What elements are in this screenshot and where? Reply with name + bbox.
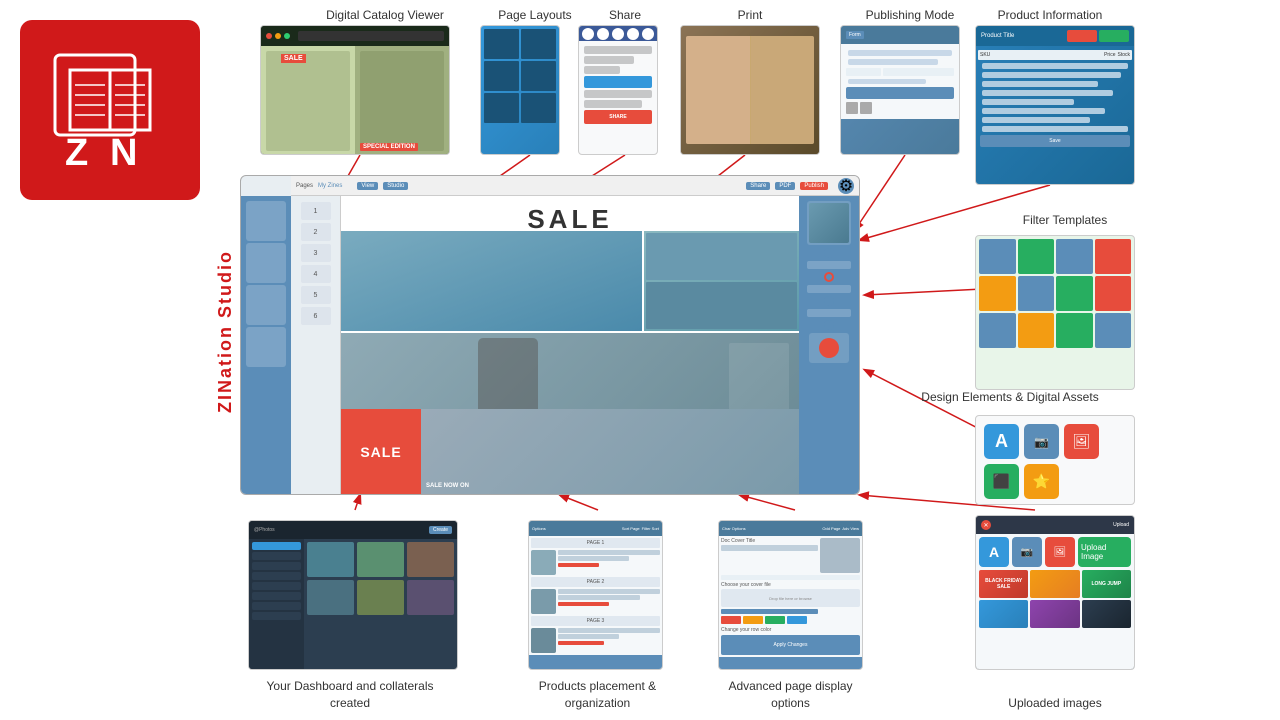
label-digital-catalog: Digital Catalog Viewer	[290, 8, 480, 22]
label-products-placement: Products placement & organization	[530, 678, 665, 712]
canvas-sale-bottom: SALE	[341, 409, 421, 494]
vertical-brand-label: ZINation Studio	[215, 250, 236, 413]
thumbnail-advanced-display: Char Options Odd Page Adv View Doc Cover…	[718, 520, 863, 670]
label-page-layouts: Page Layouts	[490, 8, 580, 22]
thumbnail-product-info: Product Title SKUPriceStock Save	[975, 25, 1135, 185]
toolbar-studio[interactable]: Studio	[383, 182, 408, 190]
thumbnail-page-layouts	[480, 25, 560, 155]
toolbar-publish[interactable]: Publish	[800, 182, 828, 190]
canvas-now-on: SALE NOW ON	[426, 483, 469, 489]
toolbar-share[interactable]: Share	[746, 182, 770, 190]
app-logo: Z N	[20, 20, 200, 200]
thumbnail-filter-templates	[975, 235, 1135, 390]
thumbnail-digital-catalog: SALE SPECIAL EDITION	[260, 25, 450, 155]
svg-text:N: N	[110, 132, 137, 174]
svg-text:Z: Z	[65, 132, 88, 174]
toolbar-my-zines: My Zines	[318, 183, 342, 189]
thumbnail-products-placement: Options Sort Page Filter Sort PAGE 1 PAG…	[528, 520, 663, 670]
thumbnail-dashboard: @Photos Create	[248, 520, 458, 670]
thumbnail-publishing-mode: Form	[840, 25, 960, 155]
toolbar-view[interactable]: View	[357, 182, 378, 190]
label-design-elements: Design Elements & Digital Assets	[910, 390, 1110, 404]
toolbar-pdf[interactable]: PDF	[775, 182, 795, 190]
label-product-info: Product Information	[970, 8, 1130, 22]
main-studio-screenshot: Pages My Zines View Studio Share PDF Pub…	[240, 175, 860, 495]
label-uploaded-images: Uploaded images	[985, 695, 1125, 712]
label-print: Print	[695, 8, 805, 22]
toolbar-pages: Pages	[296, 183, 313, 189]
thumbnail-design-elements: A 📷 🖼 ⬛ ⭐	[975, 415, 1135, 505]
thumbnail-uploaded-images: ✕ Upload A 📷 🖼 Upload Image BLACK FRIDAY…	[975, 515, 1135, 670]
thumbnail-print	[680, 25, 820, 155]
label-dashboard: Your Dashboard and collaterals created	[260, 678, 440, 712]
label-filter-templates: Filter Templates	[995, 213, 1135, 227]
label-publishing: Publishing Mode	[845, 8, 975, 22]
thumbnail-share: SHARE	[578, 25, 658, 155]
label-advanced-display: Advanced page display options	[718, 678, 863, 712]
label-share: Share	[590, 8, 660, 22]
